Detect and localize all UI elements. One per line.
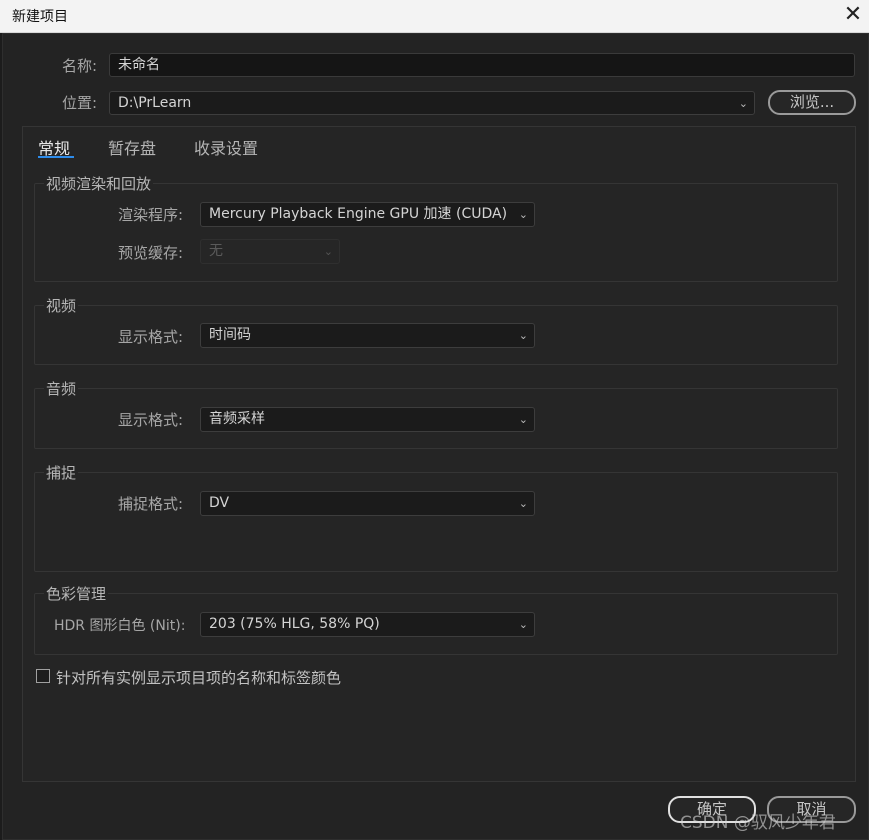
capture-format-value: DV (209, 495, 230, 511)
show-label-colors-checkbox[interactable] (36, 669, 50, 683)
capture-group-title: 捕捉 (44, 462, 79, 483)
audio-group-title: 音频 (44, 378, 79, 399)
video-display-format-value: 时间码 (209, 327, 251, 343)
capture-format-label: 捕捉格式: (118, 495, 184, 513)
location-dropdown[interactable]: D:\PrLearn ⌄ (109, 91, 755, 115)
chevron-down-icon: ⌄ (738, 97, 748, 110)
title-bar: 新建项目 ✕ (0, 0, 869, 33)
video-display-format-label: 显示格式: (118, 328, 184, 346)
capture-group (34, 472, 838, 572)
chevron-down-icon: ⌄ (518, 618, 528, 631)
renderer-dropdown[interactable]: Mercury Playback Engine GPU 加速 (CUDA) ⌄ (200, 202, 535, 227)
hdr-white-value: 203 (75% HLG, 58% PQ) (209, 616, 380, 632)
render-group-title: 视频渲染和回放 (44, 173, 154, 194)
window-title: 新建项目 (12, 9, 68, 25)
hdr-white-label: HDR 图形白色 (Nit): (54, 618, 186, 634)
color-group-title: 色彩管理 (44, 583, 109, 604)
audio-display-format-label: 显示格式: (118, 411, 184, 429)
chevron-down-icon: ⌄ (518, 413, 528, 426)
name-label: 名称: (62, 57, 98, 75)
location-label: 位置: (62, 94, 98, 112)
video-display-format-dropdown[interactable]: 时间码 ⌄ (200, 323, 535, 348)
location-value: D:\PrLearn (118, 95, 192, 111)
watermark: CSDN @驭风少年君 (680, 813, 836, 833)
preview-cache-dropdown: 无 ⌄ (200, 239, 340, 264)
audio-display-format-value: 音频采样 (209, 411, 265, 427)
close-icon[interactable]: ✕ (840, 2, 866, 28)
browse-button[interactable]: 浏览... (768, 90, 856, 115)
render-playback-group (34, 183, 838, 282)
chevron-down-icon: ⌄ (518, 208, 528, 221)
preview-cache-value: 无 (209, 243, 223, 259)
tab-ingest-settings[interactable]: 收录设置 (194, 135, 258, 159)
renderer-value: Mercury Playback Engine GPU 加速 (CUDA) (209, 206, 508, 222)
tab-scratch-disks[interactable]: 暂存盘 (108, 135, 156, 159)
renderer-label: 渲染程序: (118, 206, 184, 224)
tab-active-indicator (38, 156, 74, 158)
hdr-white-dropdown[interactable]: 203 (75% HLG, 58% PQ) ⌄ (200, 612, 535, 637)
chevron-down-icon: ⌄ (518, 497, 528, 510)
audio-display-format-dropdown[interactable]: 音频采样 ⌄ (200, 407, 535, 432)
show-label-colors-label[interactable]: 针对所有实例显示项目项的名称和标签颜色 (56, 667, 341, 688)
capture-format-dropdown[interactable]: DV ⌄ (200, 491, 535, 516)
preview-cache-label: 预览缓存: (118, 244, 184, 262)
name-input[interactable]: 未命名 (109, 53, 855, 77)
video-group-title: 视频 (44, 295, 79, 316)
chevron-down-icon: ⌄ (518, 329, 528, 342)
chevron-down-icon: ⌄ (323, 245, 333, 258)
